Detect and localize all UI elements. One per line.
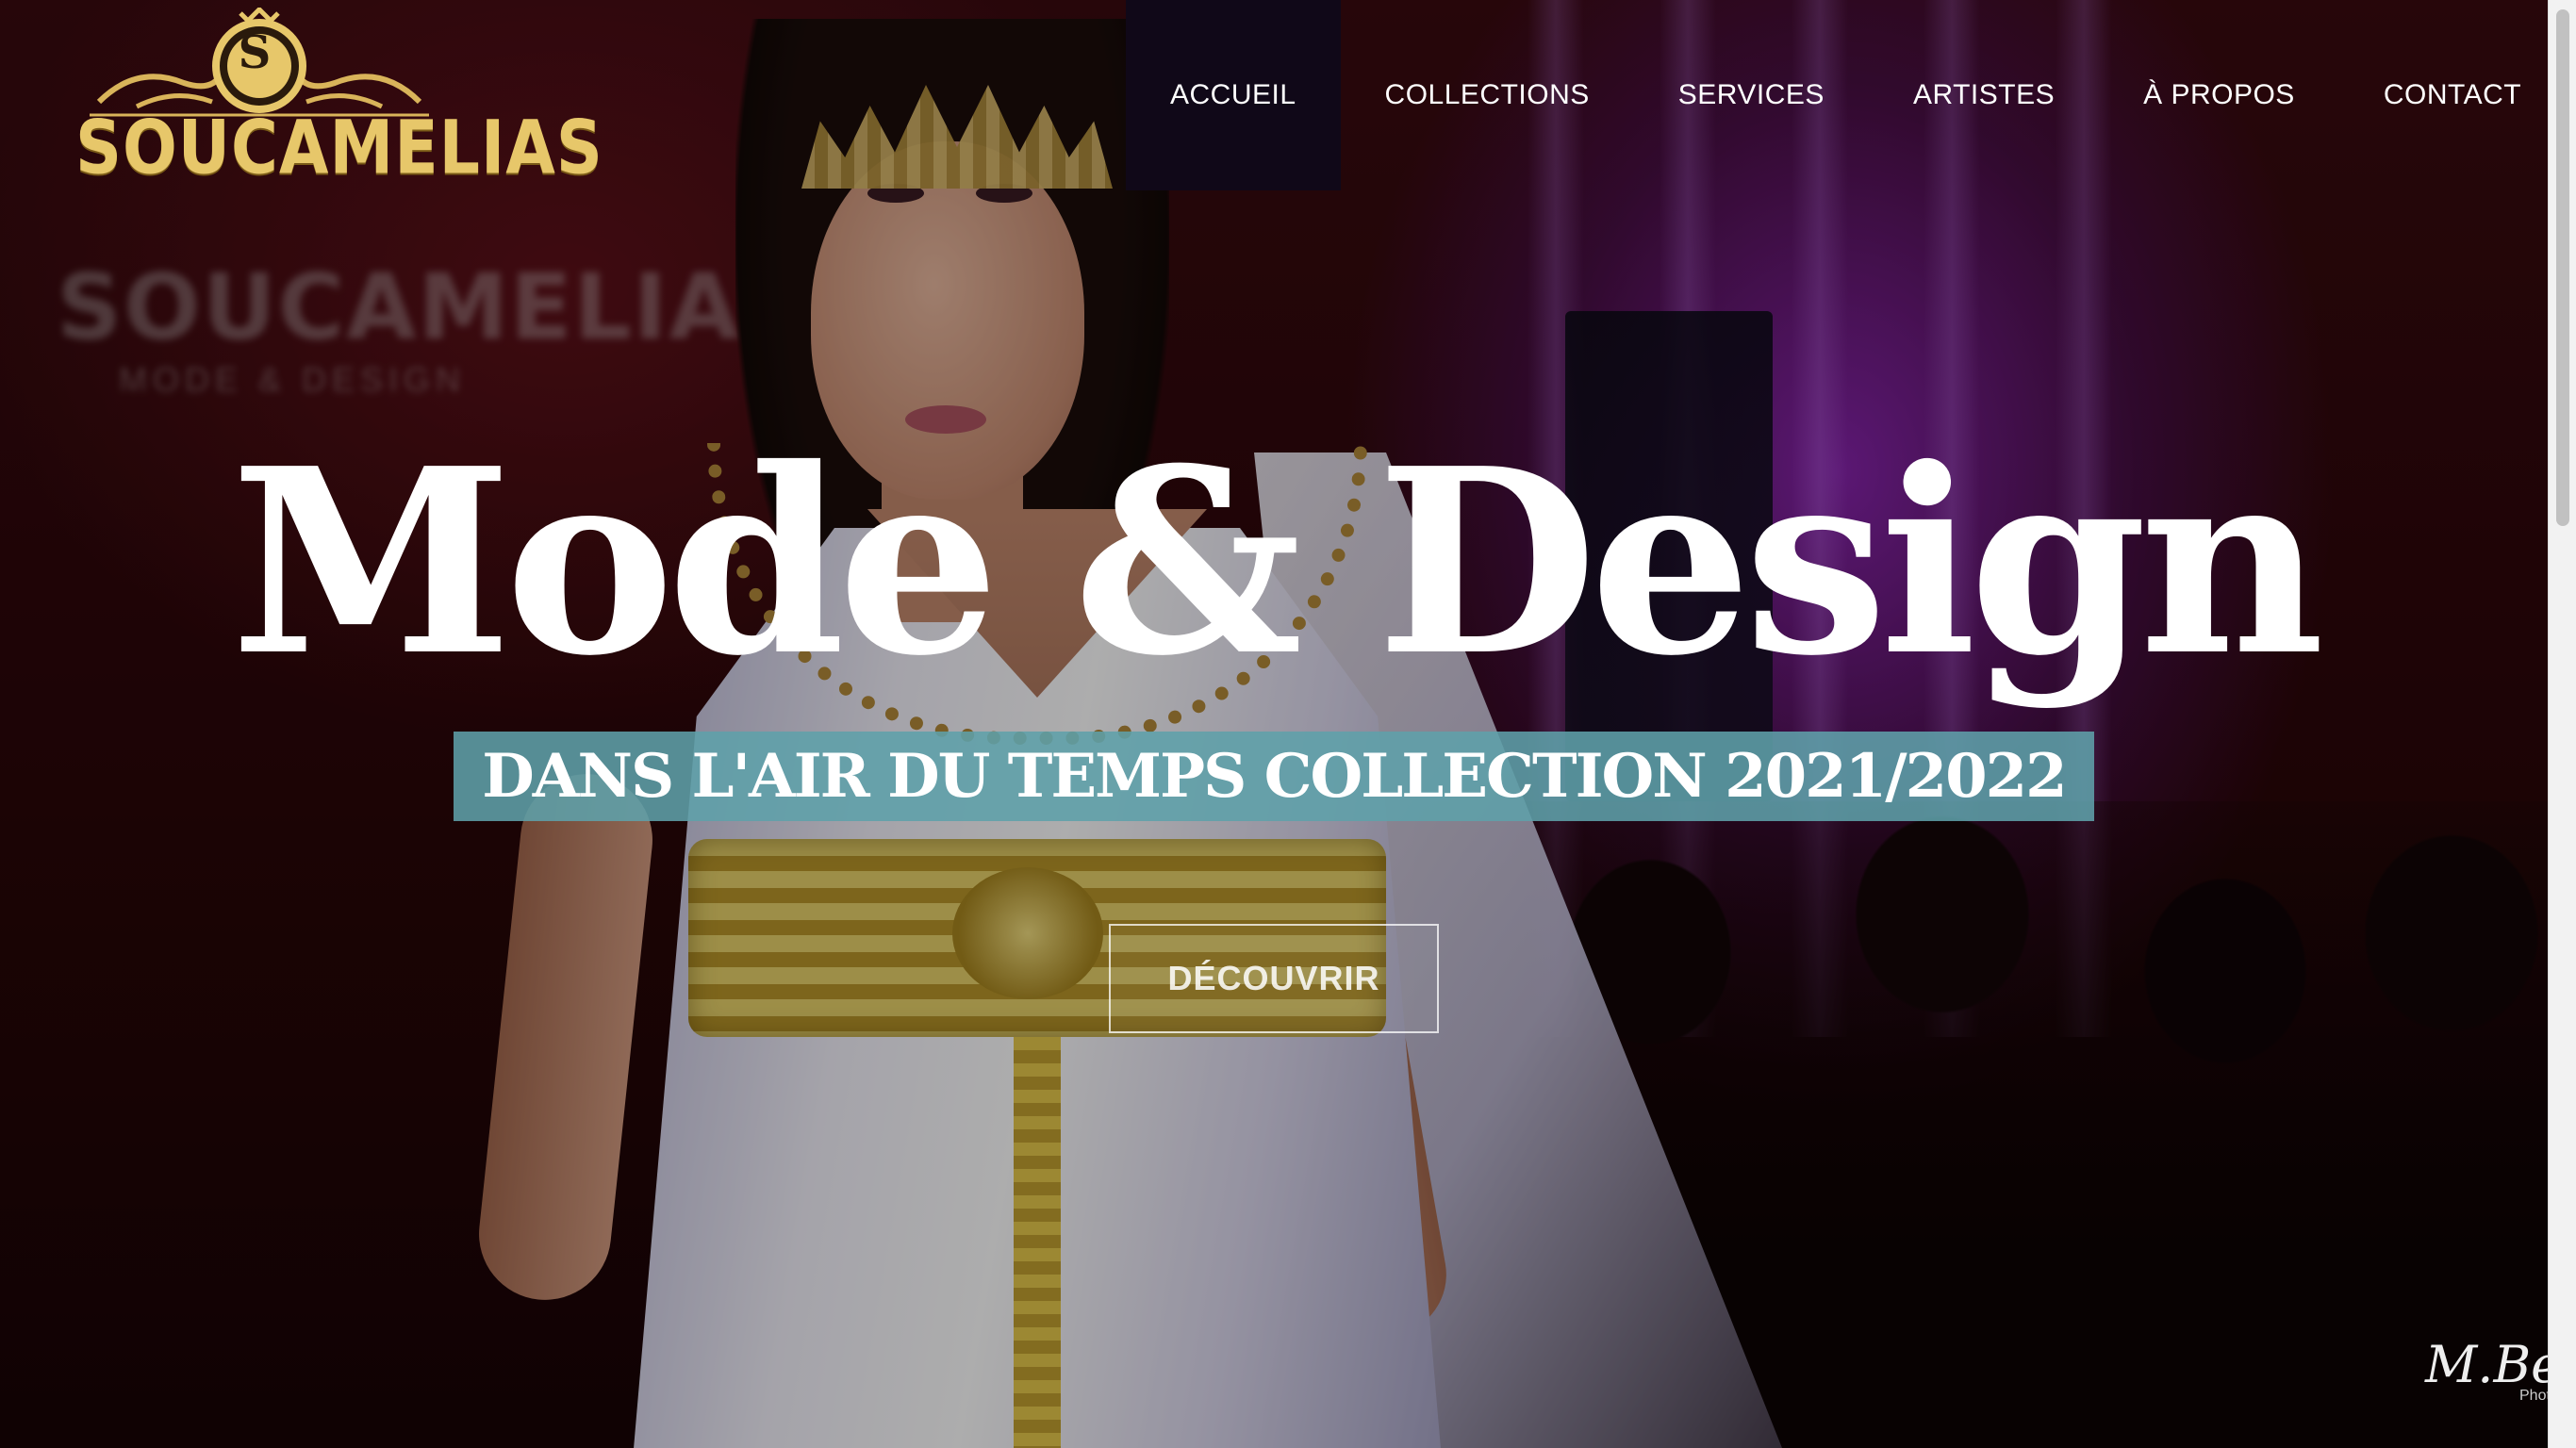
site-logo[interactable]: S SOUCAMELIAS	[75, 8, 603, 196]
nav-item-artistes[interactable]: ARTISTES	[1869, 0, 2099, 190]
nav-item-accueil[interactable]: ACCUEIL	[1126, 0, 1341, 190]
watermark-signature: M.Belm	[2425, 1335, 2548, 1394]
nav-item-collections[interactable]: COLLECTIONS	[1341, 0, 1634, 190]
scrollbar-thumb[interactable]	[2556, 9, 2569, 526]
discover-button[interactable]: DÉCOUVRIR	[1109, 924, 1439, 1033]
logo-wordmark: SOUCAMELIAS	[75, 106, 603, 191]
main-navigation: ACCUEIL COLLECTIONS SERVICES ARTISTES À …	[1126, 0, 2566, 190]
nav-item-a-propos[interactable]: À PROPOS	[2099, 0, 2339, 190]
watermark-sub: Photo	[2519, 1388, 2548, 1404]
nav-item-services[interactable]: SERVICES	[1634, 0, 1869, 190]
hero-background-photo: SOUCAMELIAS MODE & DESIGN M.Belm Photo	[0, 0, 2548, 1448]
hero-subline: DANS L'AIR DU TEMPS COLLECTION 2021/2022	[454, 732, 2094, 821]
logo-monogram: S	[238, 26, 272, 79]
photographer-watermark: M.Belm Photo	[2425, 1335, 2548, 1410]
page-scrollbar[interactable]	[2548, 0, 2576, 1448]
nav-item-contact[interactable]: CONTACT	[2339, 0, 2566, 190]
hero-subline-wrap: DANS L'AIR DU TEMPS COLLECTION 2021/2022	[0, 732, 2548, 821]
hero-overlay	[0, 0, 2548, 1448]
hero-headline: Mode & Design	[230, 412, 2325, 712]
